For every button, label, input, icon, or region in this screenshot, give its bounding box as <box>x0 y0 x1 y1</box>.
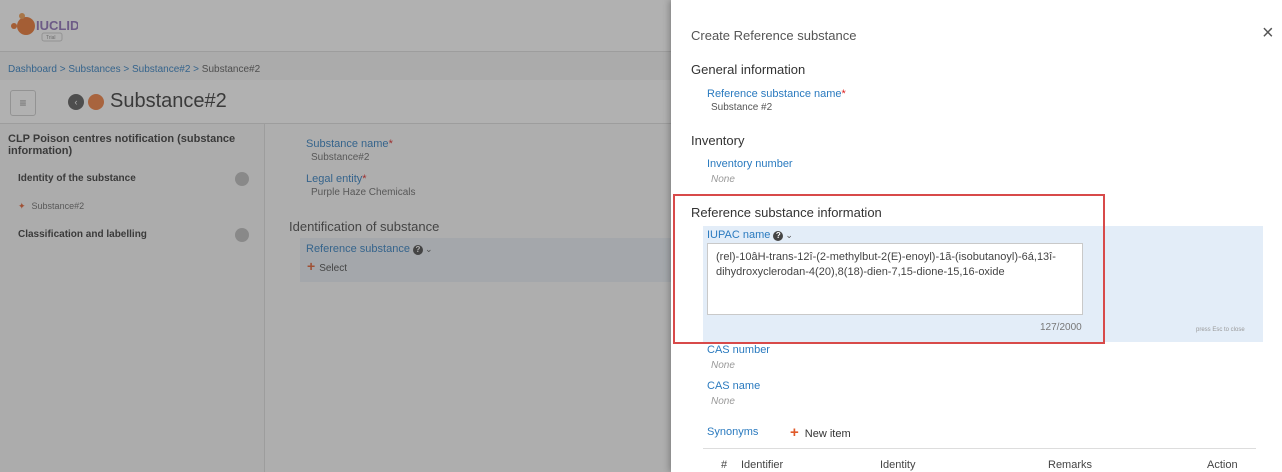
cas-name-value[interactable]: None <box>711 396 735 407</box>
inventory-section: Inventory <box>691 133 745 148</box>
iupac-name-label: IUPAC name? ⌄ <box>707 229 793 241</box>
synonyms-label: Synonyms <box>707 426 759 438</box>
cas-number-label: CAS number <box>707 344 770 356</box>
column-header-identifier[interactable]: Identifier <box>741 459 783 471</box>
close-icon[interactable]: × <box>1262 23 1274 43</box>
modal-backdrop[interactable] <box>0 0 671 472</box>
column-header-remarks[interactable]: Remarks <box>1048 459 1092 471</box>
inventory-number-label: Inventory number <box>707 158 793 170</box>
cas-number-value[interactable]: None <box>711 360 735 371</box>
chevron-down-icon[interactable]: ⌄ <box>785 230 793 240</box>
inventory-number-value[interactable]: None <box>711 174 735 185</box>
character-counter: 127/2000 <box>1040 322 1082 333</box>
reference-substance-name-label: Reference substance name* <box>707 88 846 100</box>
new-item-button[interactable]: + New item <box>790 424 851 441</box>
reference-substance-information-section: Reference substance information <box>691 205 882 220</box>
column-header-number: # <box>721 459 728 471</box>
panel-title: Create Reference substance <box>691 28 857 43</box>
column-header-action: Action <box>1207 459 1238 471</box>
general-information-section: General information <box>691 62 806 77</box>
esc-hint: press Esc to close <box>1196 327 1245 333</box>
reference-substance-name-value[interactable]: Substance #2 <box>711 102 772 113</box>
table-divider <box>703 448 1256 449</box>
help-icon[interactable]: ? <box>773 231 784 241</box>
plus-icon: + <box>790 424 799 441</box>
column-header-identity[interactable]: Identity <box>880 459 915 471</box>
cas-name-label: CAS name <box>707 380 761 392</box>
iupac-name-input[interactable]: (rel)-10âH-trans-12î-(2-methylbut-2(E)-e… <box>707 243 1083 315</box>
